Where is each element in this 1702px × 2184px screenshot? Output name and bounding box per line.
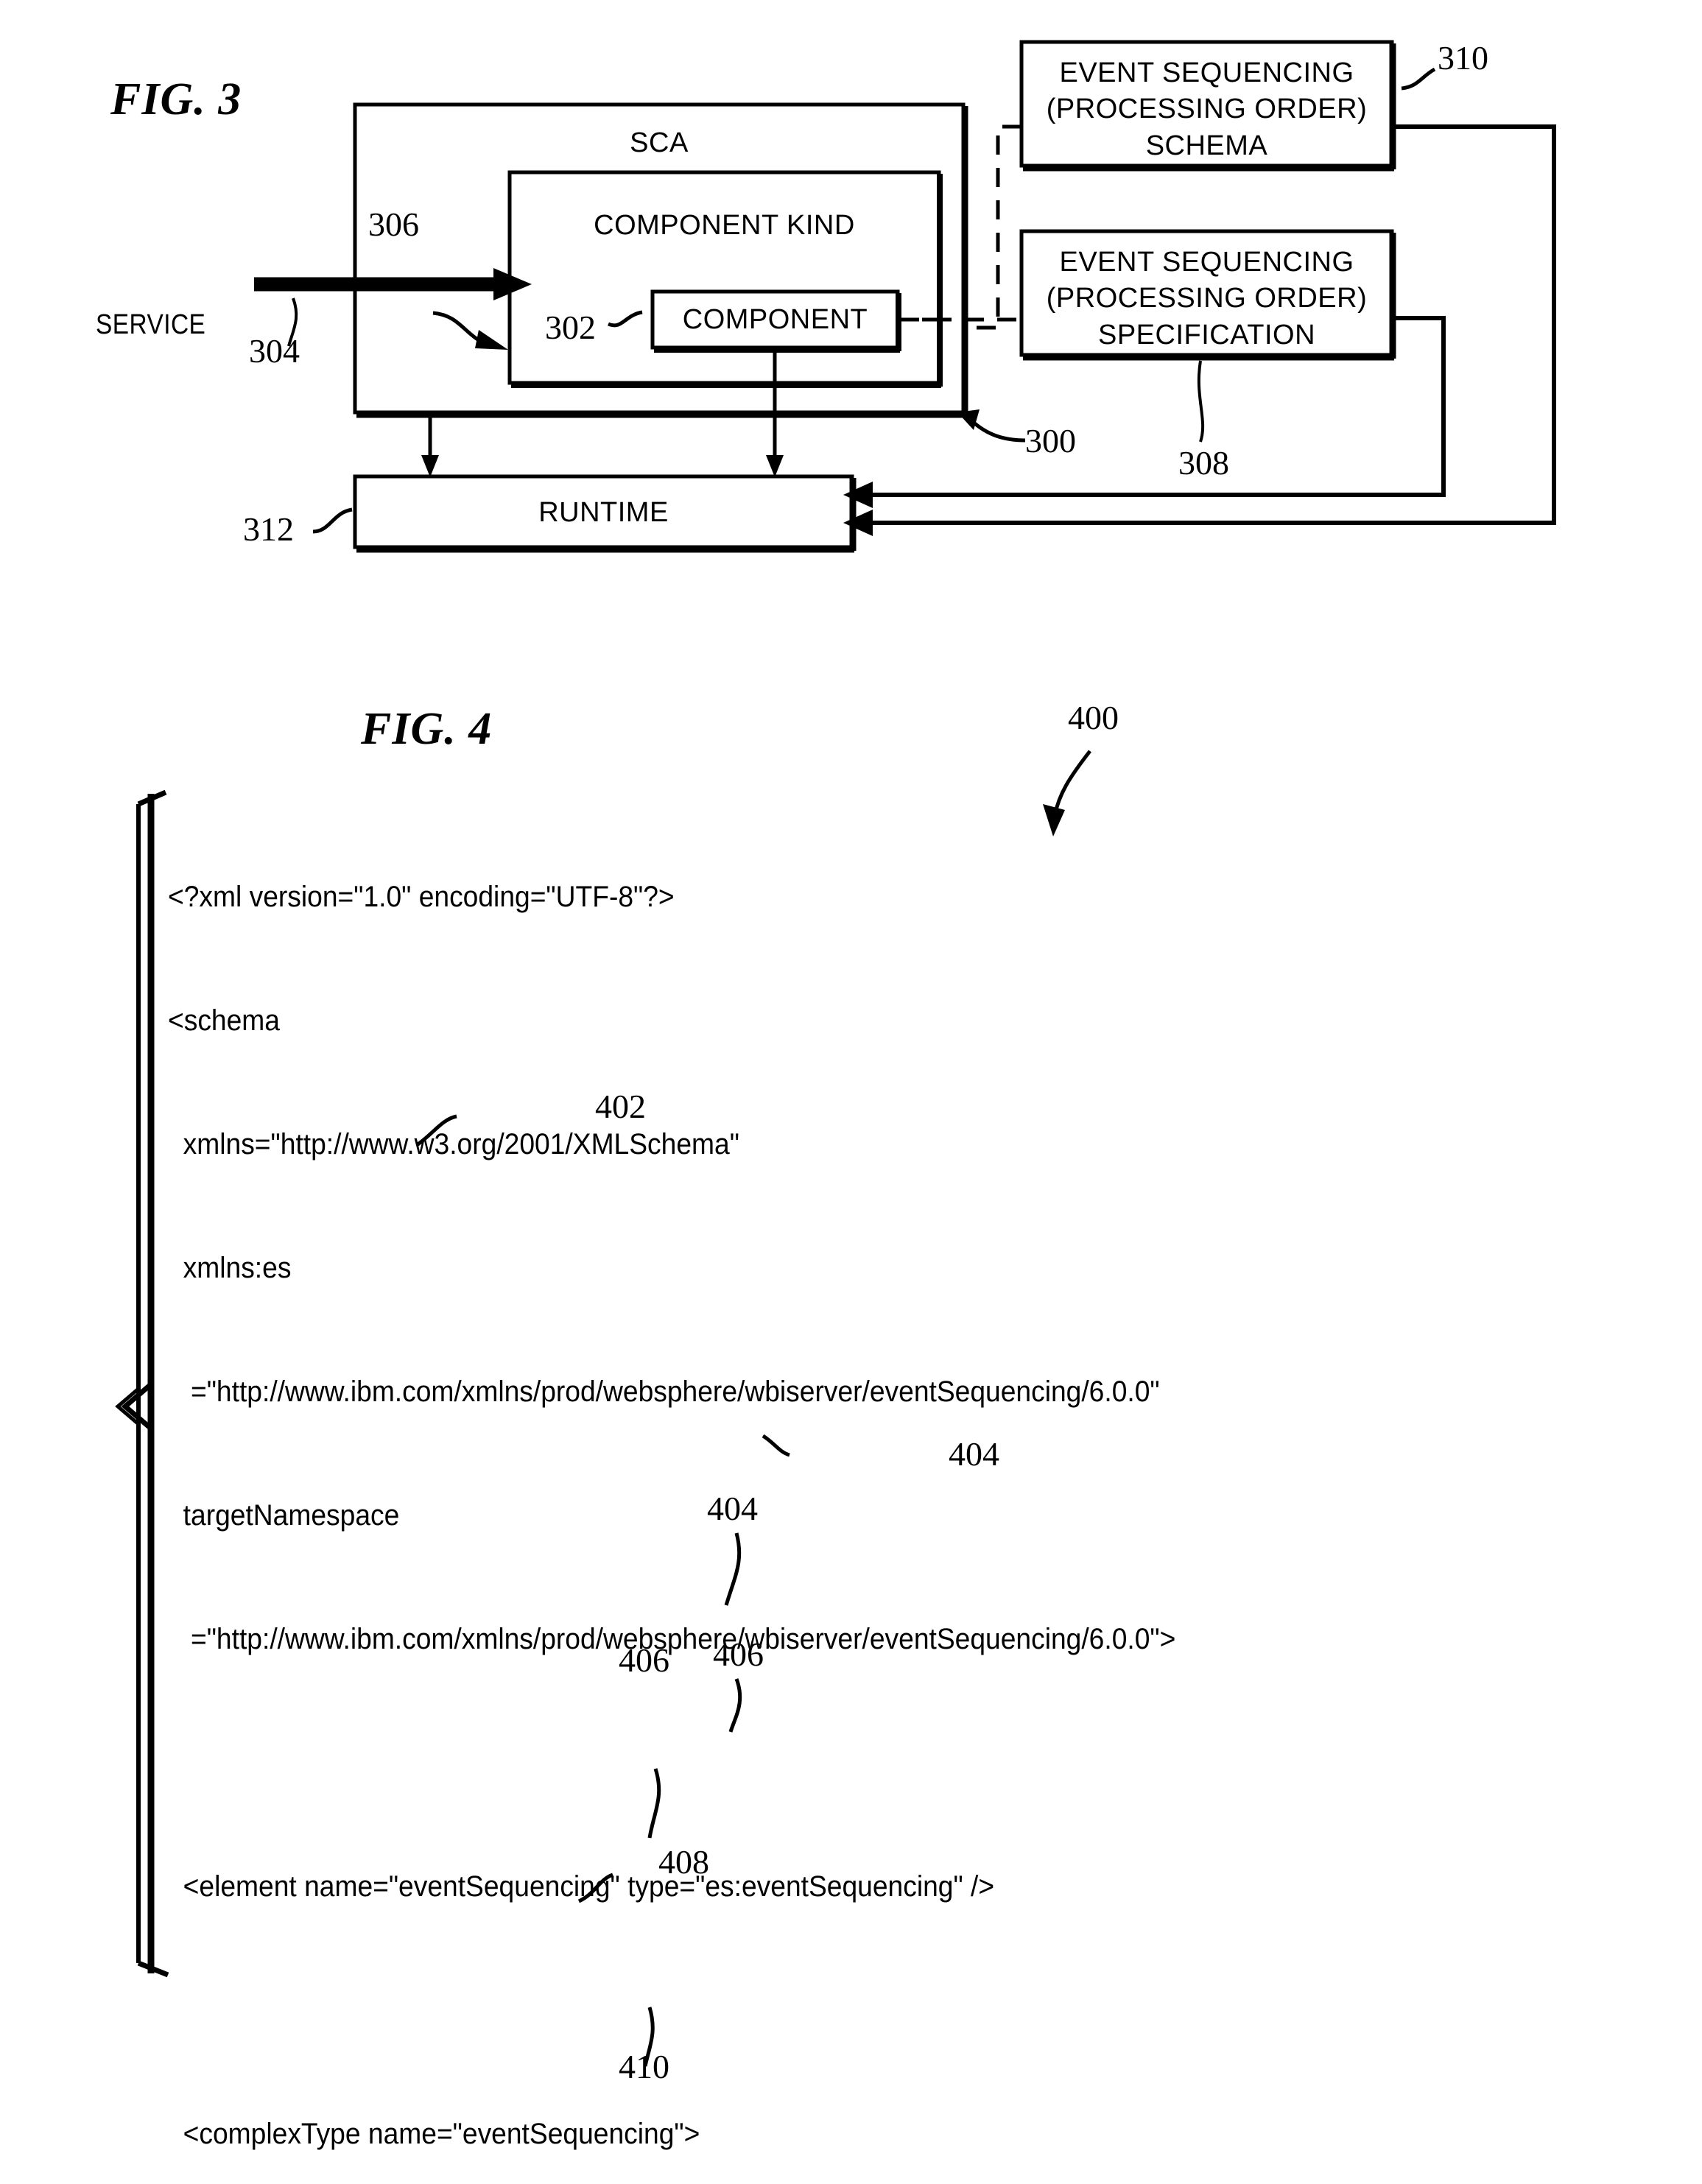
code-line: xmlns:es xyxy=(168,1252,292,1284)
figure-3: FIG. 3 SCA COMPONENT KIND COMPONENT EVEN… xyxy=(0,0,1702,619)
patent-drawing-sheet: FIG. 3 SCA COMPONENT KIND COMPONENT EVEN… xyxy=(0,0,1702,2184)
event-sequencing-schema-label: EVENT SEQUENCING (PROCESSING ORDER) SCHE… xyxy=(1021,55,1392,164)
event-sequencing-specification-label: EVENT SEQUENCING (PROCESSING ORDER) SPEC… xyxy=(1021,244,1392,353)
code-line: ="http://www.ibm.com/xmlns/prod/webspher… xyxy=(168,1623,1176,1655)
ref-410: 410 xyxy=(619,2048,669,2085)
ref-408: 408 xyxy=(658,1843,709,1881)
code-line: ="http://www.ibm.com/xmlns/prod/webspher… xyxy=(168,1375,1160,1408)
component-label: COMPONENT xyxy=(653,302,898,338)
component-label-text: COMPONENT xyxy=(682,304,868,335)
ref-304: 304 xyxy=(249,332,300,370)
ref-406-left: 406 xyxy=(619,1641,669,1679)
service-label-text: SERVICE xyxy=(96,309,206,341)
code-line: <?xml version="1.0" encoding="UTF-8"?> xyxy=(168,881,675,913)
component-kind-label-text: COMPONENT KIND xyxy=(594,210,855,241)
sca-label-text: SCA xyxy=(630,127,689,158)
runtime-label-text: RUNTIME xyxy=(538,497,669,528)
code-line: xmlns="http://www.w3.org/2001/XMLSchema" xyxy=(168,1128,739,1160)
component-kind-label: COMPONENT KIND xyxy=(510,208,939,244)
ref-310: 310 xyxy=(1438,39,1488,77)
code-line: targetNamespace xyxy=(168,1499,400,1532)
ref-312: 312 xyxy=(243,510,294,548)
runtime-label: RUNTIME xyxy=(355,495,852,531)
event-sequencing-schema-text: EVENT SEQUENCING (PROCESSING ORDER) SCHE… xyxy=(1046,57,1368,161)
ref-300: 300 xyxy=(1025,422,1076,459)
figure-4: FIG. 4 400 <?xml version="1.0" encoding=… xyxy=(0,648,1702,2184)
ref-404-a: 404 xyxy=(949,1435,999,1473)
event-sequencing-specification-text: EVENT SEQUENCING (PROCESSING ORDER) SPEC… xyxy=(1046,247,1368,351)
code-line: <schema xyxy=(168,1004,280,1037)
ref-406-right: 406 xyxy=(713,1635,764,1673)
code-line: <complexType name="eventSequencing"> xyxy=(168,2118,700,2150)
xml-schema-listing: <?xml version="1.0" encoding="UTF-8"?> <… xyxy=(168,794,1175,2184)
ref-302: 302 xyxy=(545,309,596,346)
service-label: SERVICE xyxy=(96,271,205,344)
ref-404-b: 404 xyxy=(707,1490,758,1527)
ref-306: 306 xyxy=(368,205,419,243)
ref-308: 308 xyxy=(1178,444,1229,482)
ref-402: 402 xyxy=(595,1088,646,1125)
sca-label: SCA xyxy=(355,125,963,161)
